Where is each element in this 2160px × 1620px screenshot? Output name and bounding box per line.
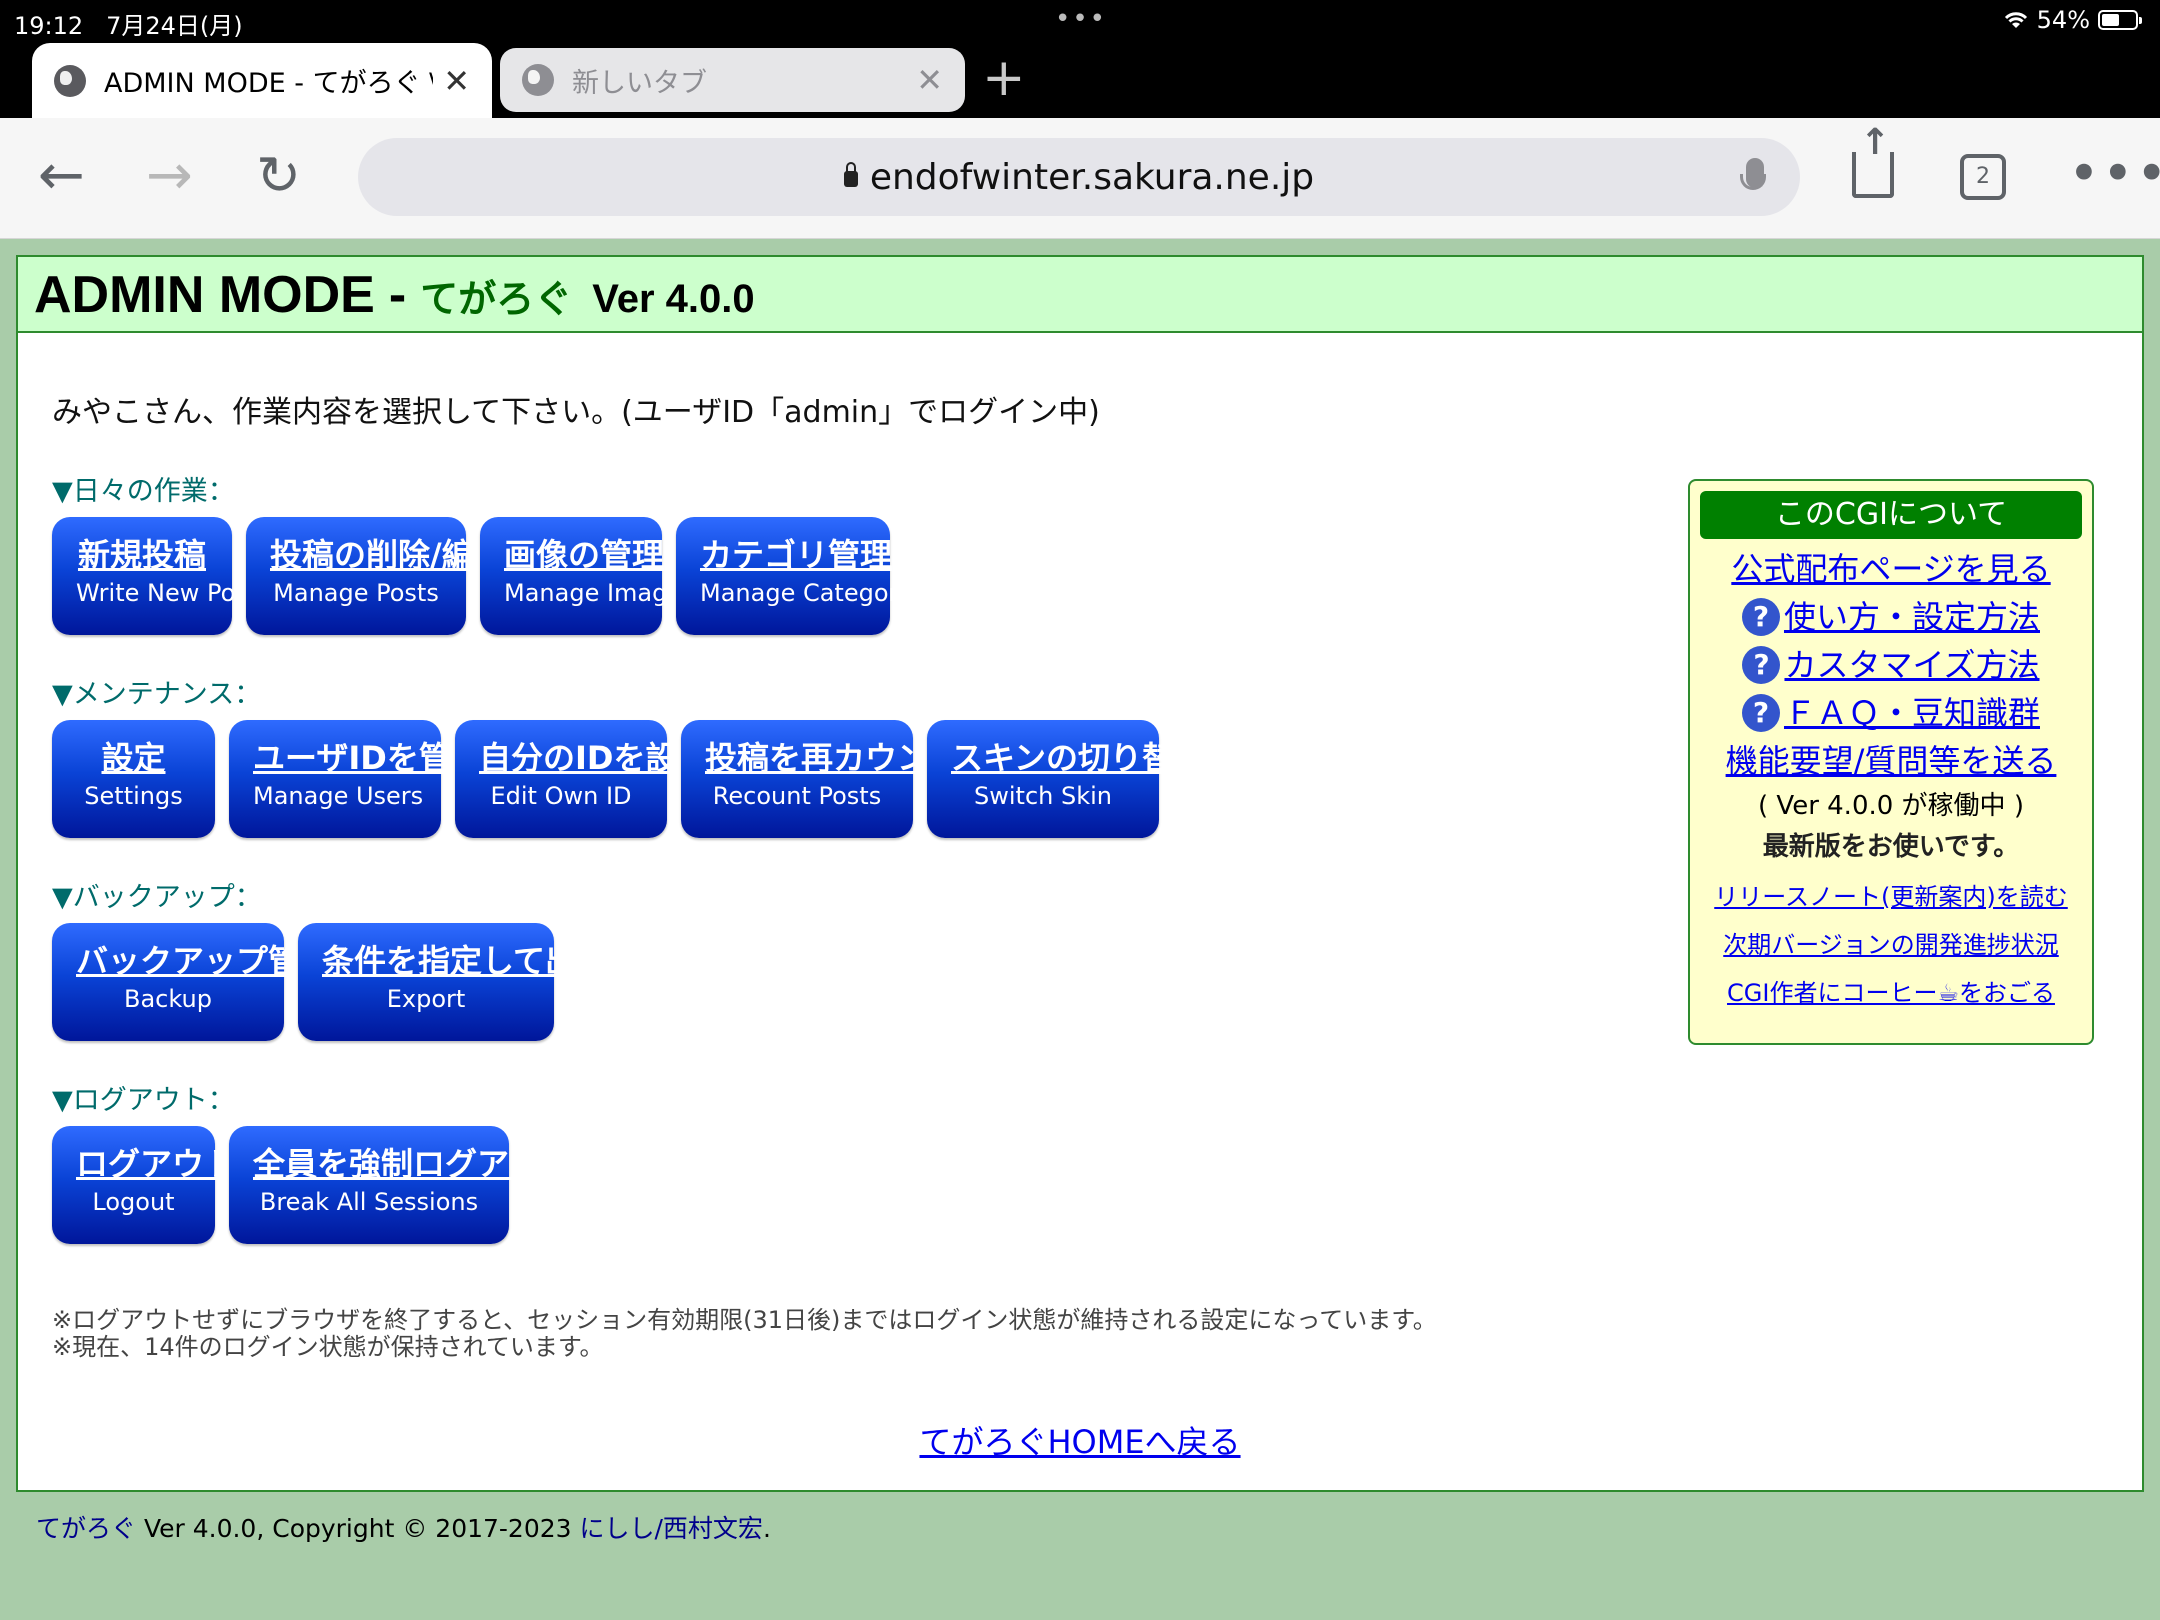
manage-categories-button[interactable]: カテゴリ管理 Manage Categories [676, 517, 932, 635]
official-page-link[interactable]: 公式配布ページを見る [1690, 545, 2092, 593]
title-separator: - [388, 266, 407, 324]
lock-icon [843, 162, 858, 187]
close-tab-icon[interactable]: ✕ [443, 62, 470, 100]
globe-icon [522, 64, 554, 96]
status-time: 19:12 7月24日(月) [14, 12, 243, 40]
battery-percent: 54% [2036, 6, 2090, 34]
admin-panel: ADMIN MODE - てがろぐ Ver 4.0.0 みやこさん、作業内容を選… [16, 255, 2144, 1492]
battery-icon [2098, 10, 2142, 30]
manage-posts-button[interactable]: 投稿の削除/編集 Manage Posts [246, 517, 506, 635]
help-usage-row[interactable]: ? 使い方・設定方法 [1690, 593, 2092, 641]
browser-toolbar: ← → ↻ endofwinter.sakura.ne.jp 2 ••• [0, 118, 2160, 239]
usage-settings-link[interactable]: 使い方・設定方法 [1784, 593, 2040, 641]
help-faq-row[interactable]: ? ＦＡＱ・豆知識群 [1690, 689, 2092, 737]
cgi-info-box: このCGIについて 公式配布ページを見る ? 使い方・設定方法 ? カスタマイズ方法… [1688, 479, 2094, 1045]
customize-link[interactable]: カスタマイズ方法 [1784, 641, 2039, 689]
page-header: ADMIN MODE - てがろぐ Ver 4.0.0 [18, 257, 2142, 333]
recount-posts-button[interactable]: 投稿を再カウント Recount Posts [681, 720, 961, 838]
settings-button[interactable]: 設定 Settings [52, 720, 215, 838]
more-menu-icon[interactable]: ••• [2068, 142, 2160, 205]
forward-arrow-icon[interactable]: → [146, 146, 193, 206]
section-daily-title: ▼日々の作業： [52, 476, 235, 507]
export-button[interactable]: 条件を指定して出力 Export [298, 923, 609, 1041]
page-title: ADMIN MODE [34, 266, 375, 324]
address-bar[interactable]: endofwinter.sakura.ne.jp [358, 138, 1800, 216]
session-notes: ※ログアウトせずにブラウザを終了すると、セッション有効期限(31日後)まではログ… [52, 1307, 1437, 1361]
latest-version-status: 最新版をお使いです。 [1762, 832, 2020, 862]
faq-link[interactable]: ＦＡＱ・豆知識群 [1784, 689, 2040, 737]
backup-buttons: バックアップ管理 Backup 条件を指定して出力 Export [52, 923, 609, 1041]
manage-users-button[interactable]: ユーザIDを管理 Manage Users [229, 720, 483, 838]
cgi-info-title: このCGIについて [1700, 491, 2082, 539]
share-icon[interactable] [1852, 122, 1894, 198]
wifi-icon [2004, 12, 2027, 28]
feature-request-link[interactable]: 機能要望/質問等を送る [1690, 737, 2092, 785]
back-arrow-icon[interactable]: ← [38, 146, 85, 206]
break-all-sessions-button[interactable]: 全員を強制ログアウト Break All Sessions [229, 1126, 573, 1244]
help-question-icon: ? [1741, 694, 1780, 732]
app-version: Ver 4.0.0 [592, 277, 755, 321]
tab-count-button[interactable]: 2 [1960, 154, 2006, 200]
manage-images-button[interactable]: 画像の管理 Manage Images [480, 517, 695, 635]
logout-buttons: ログアウト Logout 全員を強制ログアウト Break All Sessions [52, 1126, 573, 1244]
daily-buttons: 新規投稿 Write New Post 投稿の削除/編集 Manage Posts … [52, 517, 932, 635]
new-tab-plus-icon[interactable]: + [982, 48, 1026, 108]
section-maintenance-title: ▼メンテナンス： [52, 679, 262, 710]
tab-admin-mode[interactable]: ADMIN MODE - てがろぐ \ ✕ [32, 43, 492, 118]
running-version: ( Ver 4.0.0 が稼働中 ) [1758, 791, 2024, 821]
url-text: endofwinter.sakura.ne.jp [869, 156, 1315, 198]
home-link[interactable]: てがろぐHOMEへ戻る [18, 1417, 2142, 1463]
help-question-icon: ? [1741, 598, 1780, 636]
edit-own-id-button[interactable]: 自分のIDを設定 Edit Own ID [455, 720, 709, 838]
dev-progress-link[interactable]: 次期バージョンの開発進捗状況 [1690, 921, 2092, 969]
help-customize-row[interactable]: ? カスタマイズ方法 [1690, 641, 2092, 689]
section-logout-title: ▼ログアウト： [52, 1085, 235, 1116]
app-name: てがろぐ [420, 277, 573, 321]
reload-icon[interactable]: ↻ [256, 146, 301, 206]
logout-button[interactable]: ログアウト Logout [52, 1126, 236, 1244]
backup-button[interactable]: バックアップ管理 Backup [52, 923, 332, 1041]
status-right: 54% [2003, 6, 2142, 34]
tab-new-tab[interactable]: 新しいタブ ✕ [500, 48, 965, 112]
page-footer: てがろぐ Ver 4.0.0, Copyright © 2017-2023 にし… [36, 1509, 771, 1545]
maintenance-buttons: 設定 Settings ユーザIDを管理 Manage Users 自分のIDを設定… [52, 720, 1206, 838]
footer-app-link[interactable]: てがろぐ [36, 1514, 136, 1543]
write-new-post-button[interactable]: 新規投稿 Write New Post [52, 517, 257, 635]
status-bar: 19:12 7月24日(月) ••• 54% [0, 0, 2160, 40]
footer-author-link[interactable]: にしし/西村文宏 [580, 1514, 763, 1543]
microphone-icon[interactable] [1740, 158, 1766, 190]
release-notes-link[interactable]: リリースノート(更新案内)を読む [1690, 873, 2092, 921]
section-backup-title: ▼バックアップ： [52, 882, 262, 913]
tab-title: 新しいタブ [572, 67, 707, 99]
help-question-icon: ? [1742, 646, 1781, 684]
footer-end: . [762, 1514, 771, 1543]
session-note-1: ※ログアウトせずにブラウザを終了すると、セッション有効期限(31日後)まではログ… [52, 1306, 1437, 1334]
session-note-2: ※現在、14件のログイン状態が保持されています。 [52, 1333, 604, 1361]
buy-coffee-link[interactable]: CGI作者にコーヒー☕をおごる [1690, 969, 2092, 1017]
tab-strip: ADMIN MODE - てがろぐ \ ✕ 新しいタブ ✕ + [0, 40, 2160, 118]
close-tab-icon[interactable]: ✕ [916, 61, 943, 99]
globe-icon [54, 64, 86, 97]
multitask-dots-icon[interactable]: ••• [1055, 4, 1107, 34]
switch-skin-button[interactable]: スキンの切り替え Switch Skin [927, 720, 1206, 838]
footer-copyright: Ver 4.0.0, Copyright © 2017-2023 [136, 1514, 580, 1543]
greeting-text: みやこさん、作業内容を選択して下さい。(ユーザID「admin」でログイン中) [52, 395, 1100, 430]
page-viewport: ADMIN MODE - てがろぐ Ver 4.0.0 みやこさん、作業内容を選… [0, 239, 2160, 1620]
tab-title: ADMIN MODE - てがろぐ \ [104, 68, 434, 99]
